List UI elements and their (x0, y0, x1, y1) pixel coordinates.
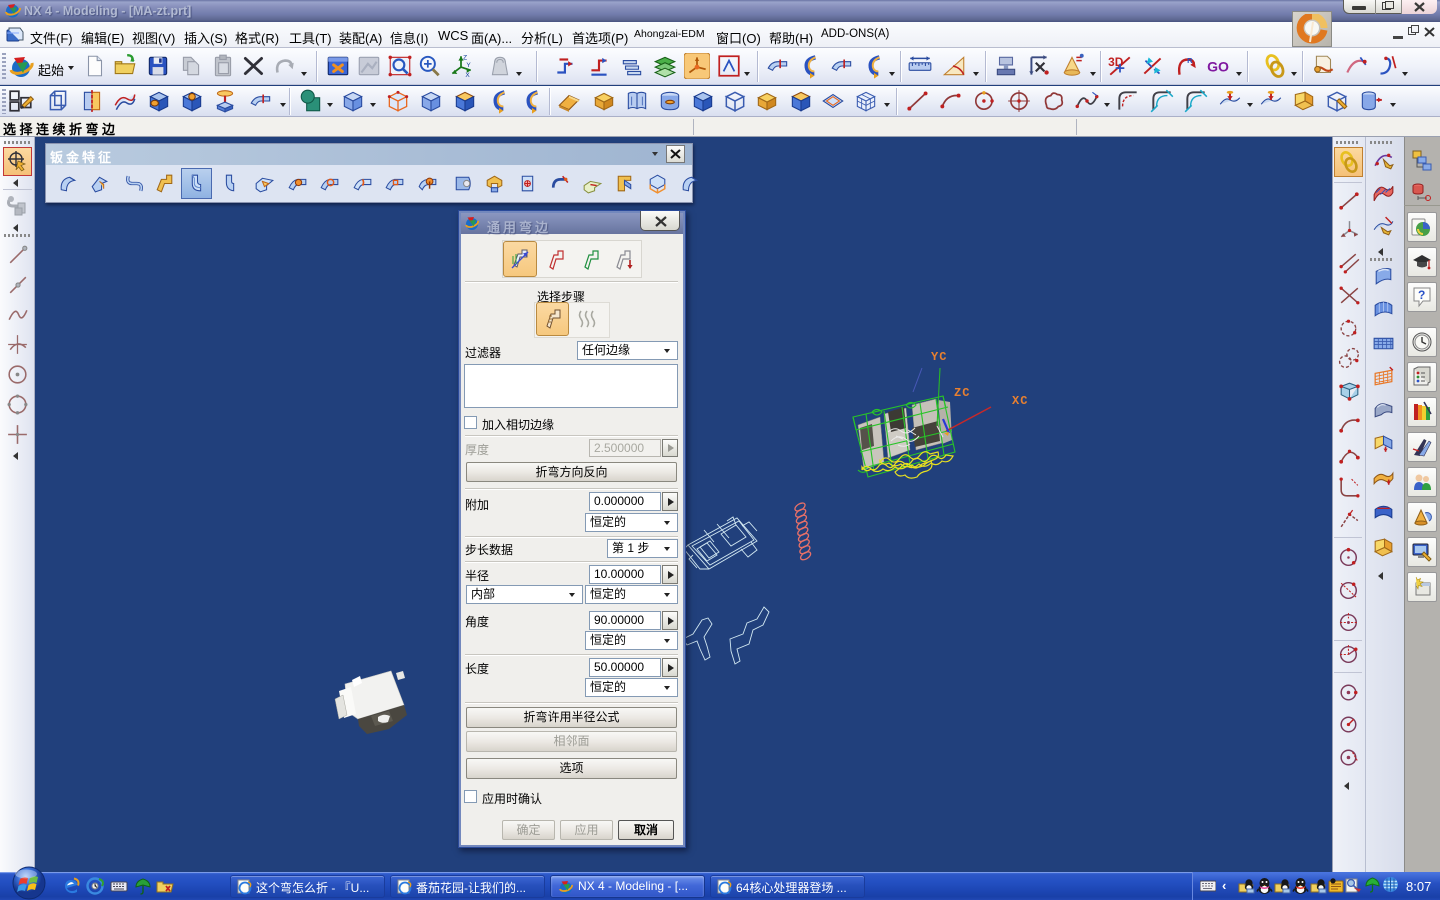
svg-text:YC: YC (931, 350, 947, 364)
svg-text:R: R (1187, 56, 1193, 65)
svg-text:GO: GO (1207, 58, 1229, 74)
svg-text:3D: 3D (1108, 55, 1124, 69)
svg-text:?: ? (1418, 288, 1425, 302)
svg-text:XC: XC (1012, 394, 1028, 408)
svg-text:ZC: ZC (954, 386, 970, 400)
svg-text:X: X (465, 72, 470, 79)
svg-text:Y: Y (466, 62, 471, 69)
svg-text:Z: Z (463, 55, 467, 62)
